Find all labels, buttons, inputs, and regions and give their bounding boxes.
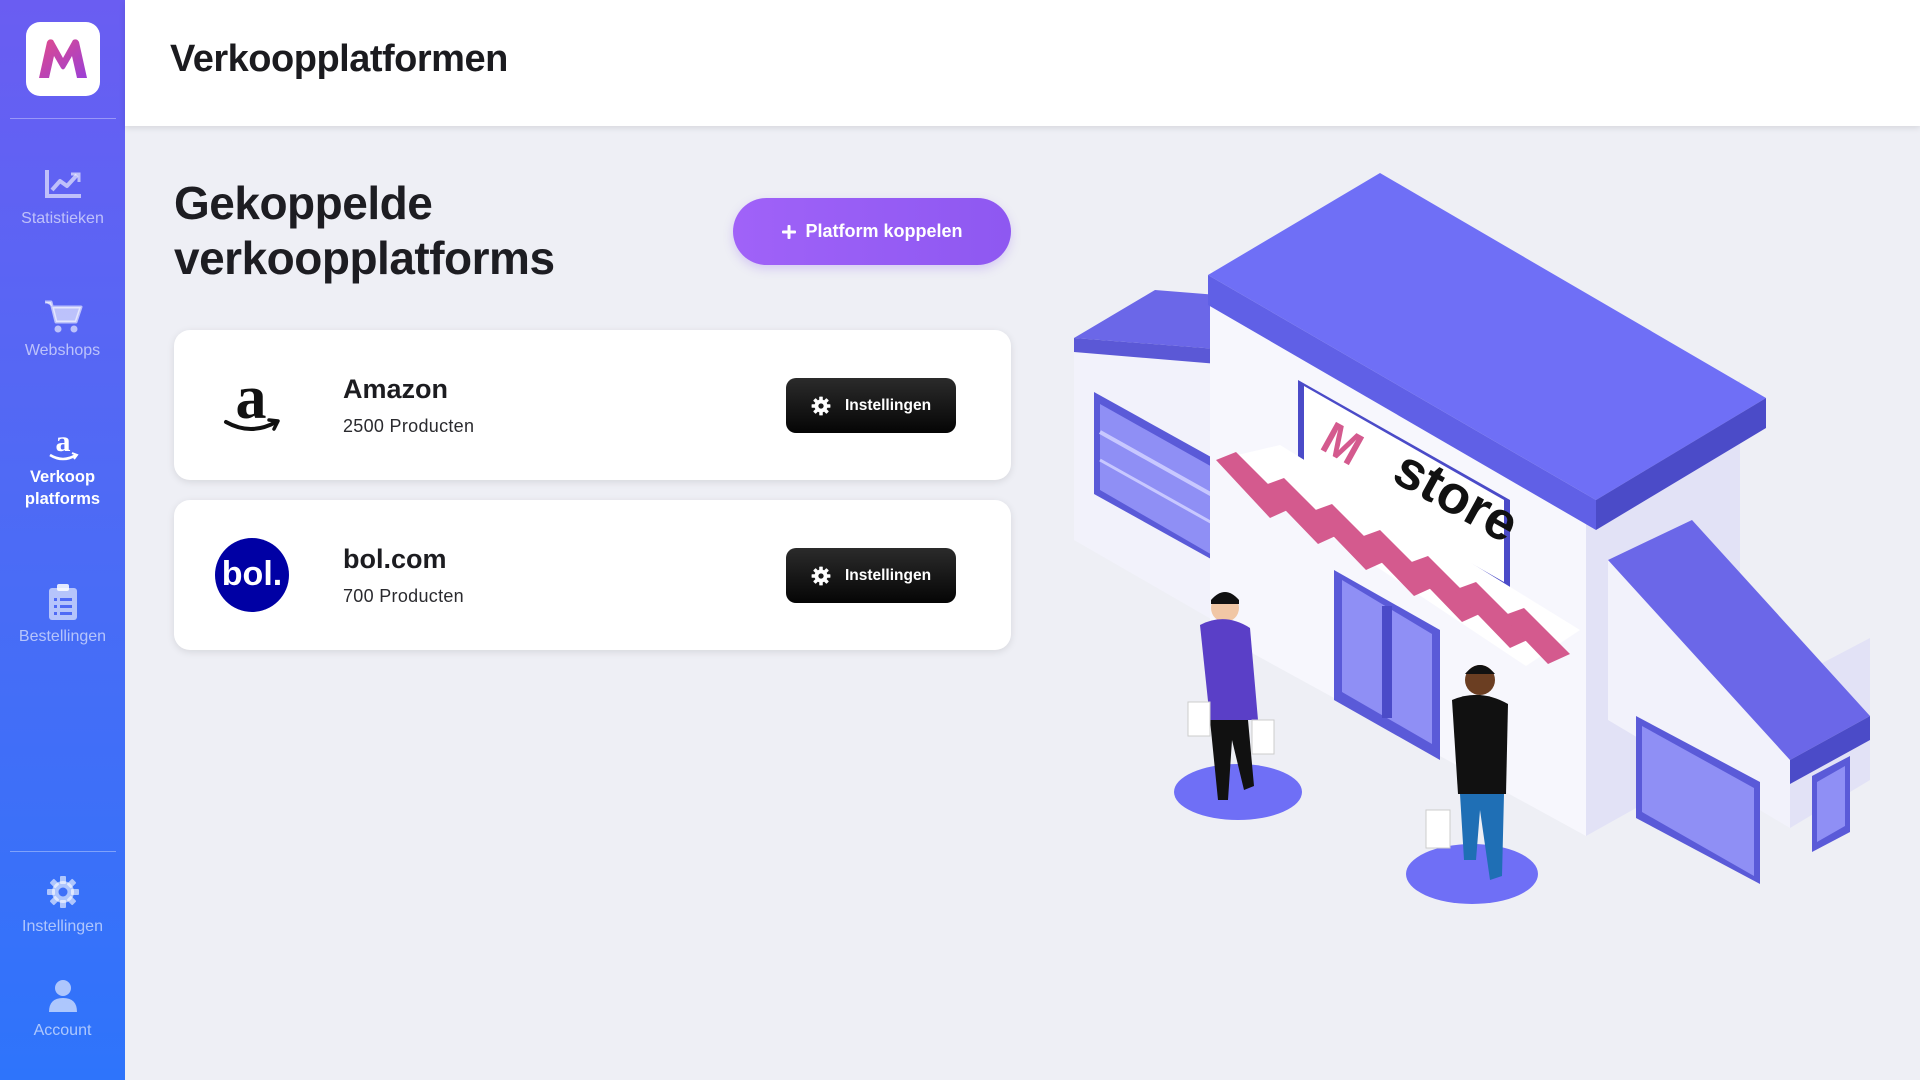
sidebar-item-label: Instellingen	[22, 918, 103, 935]
platform-product-count: 2500 Producten	[343, 416, 475, 436]
bol-logo-icon: bol.	[214, 537, 290, 613]
platform-name: Amazon	[343, 374, 449, 404]
svg-text:a: a	[55, 427, 70, 458]
sidebar-item-statistieken[interactable]: Statistieken	[0, 166, 125, 230]
sidebar-item-instellingen[interactable]: Instellingen	[0, 874, 125, 938]
amazon-logo-icon: a	[214, 367, 290, 443]
svg-text:a: a	[236, 370, 267, 432]
connect-platform-label: Platform koppelen	[805, 221, 963, 241]
sidebar-item-label: Webshops	[24, 342, 101, 359]
user-icon	[47, 978, 79, 1014]
sidebar-item-label: Verkoop platforms	[24, 468, 101, 508]
connect-platform-button[interactable]: Platform koppelen	[733, 198, 1011, 265]
sidebar-item-webshops[interactable]: Webshops	[0, 298, 125, 362]
top-header: Verkoopplatformen	[125, 0, 1920, 126]
page-title: Verkoopplatformen	[170, 38, 508, 80]
sidebar-item-label: Account	[33, 1022, 92, 1039]
settings-button-label: Instellingen	[844, 396, 932, 414]
m-logo-icon	[39, 39, 87, 78]
platform-card-bol: bol. bol.com 700 Producten Instellingen	[174, 500, 1011, 650]
sidebar-item-label: Bestellingen	[18, 628, 107, 645]
platform-name: bol.com	[343, 544, 447, 574]
platform-card-amazon: a Amazon 2500 Producten Instellingen	[174, 330, 1011, 480]
app-logo[interactable]	[26, 22, 100, 96]
platform-settings-button[interactable]: Instellingen	[786, 378, 956, 433]
gear-icon	[811, 566, 831, 585]
gear-icon	[46, 874, 80, 910]
sidebar-divider	[10, 118, 116, 119]
settings-button-label: Instellingen	[844, 566, 932, 584]
right-annex	[1608, 520, 1870, 884]
sidebar: Statistieken Webshops a Verkoop platform…	[0, 0, 125, 1080]
plus-icon	[782, 224, 797, 239]
left-annex	[1074, 290, 1230, 630]
svg-text:bol.: bol.	[222, 555, 282, 593]
section-title: Gekoppelde verkoopplatforms	[174, 177, 555, 284]
chart-line-icon	[43, 166, 83, 202]
platform-settings-button[interactable]: Instellingen	[786, 548, 956, 603]
sidebar-item-bestellingen[interactable]: Bestellingen	[0, 584, 125, 648]
store-illustration: store M	[1074, 173, 1870, 904]
sidebar-item-account[interactable]: Account	[0, 978, 125, 1042]
gear-icon	[811, 396, 831, 415]
sidebar-item-label: Statistieken	[21, 210, 104, 227]
sidebar-divider	[10, 851, 116, 852]
platform-product-count: 700 Producten	[343, 586, 464, 606]
sidebar-item-verkoop-platforms[interactable]: a Verkoop platforms	[0, 427, 125, 510]
clipboard-list-icon	[47, 584, 79, 620]
shopping-cart-icon	[43, 298, 83, 334]
amazon-icon: a	[44, 427, 82, 464]
